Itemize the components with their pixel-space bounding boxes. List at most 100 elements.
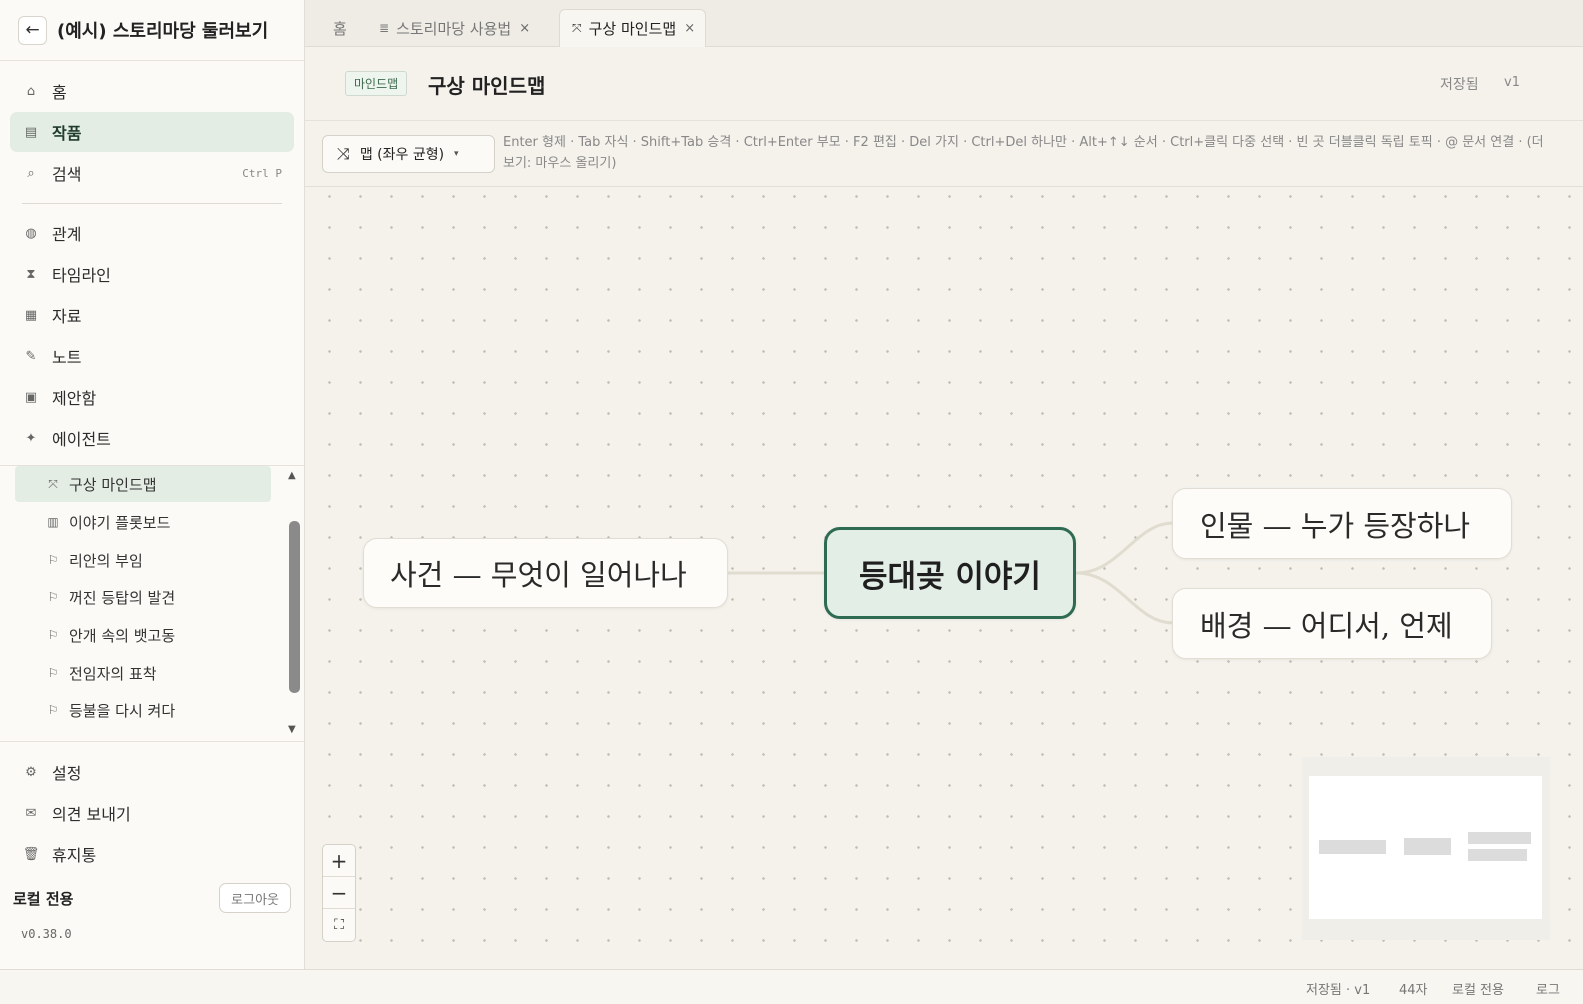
mindmap-icon: ⤧ — [48, 476, 58, 491]
primary-nav: ⌂ 홈 ▤ 작품 ⌕ 검색 Ctrl P ◍ 관계 ⧗ 타임라인 ▦ 자료 ✎ … — [0, 61, 304, 458]
nav-item-label: 작품 — [52, 124, 82, 143]
zoom-controls: + − ⛶ — [322, 844, 356, 942]
works-icon: ▤ — [24, 124, 38, 140]
chevron-down-icon: ▾ — [454, 149, 459, 159]
link-right-top — [1075, 521, 1174, 575]
nav-item-label: 자료 — [52, 307, 82, 326]
back-button[interactable]: ← — [18, 15, 47, 45]
mindmap-canvas[interactable]: 사건 — 무엇이 일어나나 등대곶 이야기 인물 — 누가 등장하나 배경 — … — [305, 188, 1583, 968]
nav-item-search[interactable]: ⌕ 검색 Ctrl P — [10, 153, 294, 193]
mindmap-icon: ⤧ — [572, 21, 582, 35]
inbox-icon: ▣ — [24, 389, 38, 405]
minimap-node — [1468, 832, 1531, 844]
nav-item-relations[interactable]: ◍ 관계 — [10, 213, 294, 253]
minimap-viewport — [1309, 776, 1542, 919]
account-row: 로컬 전용 로그아웃 — [0, 883, 305, 913]
status-bar: 저장됨 · v1 44자 로컬 전용 로그 — [0, 969, 1583, 1004]
tree-item-plotboard[interactable]: ▥ 이야기 플롯보드 — [15, 504, 271, 540]
minimap-node — [1468, 849, 1527, 861]
logout-button[interactable]: 로그아웃 — [219, 883, 291, 913]
nav-item-home[interactable]: ⌂ 홈 — [10, 71, 294, 111]
close-icon[interactable]: × — [519, 21, 530, 36]
nav-item-label: 에이전트 — [52, 430, 111, 449]
tree-item-label: 안개 속의 뱃고동 — [69, 626, 176, 645]
tree-item-scene[interactable]: ⚐ 등불을 다시 켜다 — [15, 692, 271, 728]
local-only-label: 로컬 전용 — [13, 889, 74, 908]
node-label: 사건 — 무엇이 일어나나 — [390, 558, 687, 592]
flag-icon: ⚐ — [47, 666, 59, 680]
status-log-link[interactable]: 로그 — [1536, 979, 1560, 998]
timeline-icon: ⧗ — [26, 266, 36, 282]
nav-item-works[interactable]: ▤ 작품 — [10, 112, 294, 152]
trash-icon: 🗑 — [22, 846, 40, 862]
node-label: 배경 — 어디서, 언제 — [1200, 608, 1453, 643]
mindmap-node-characters[interactable]: 인물 — 누가 등장하나 — [1172, 488, 1512, 559]
nav-item-materials[interactable]: ▦ 자료 — [10, 295, 294, 335]
tree-item-label: 리안의 부임 — [69, 551, 143, 570]
agent-icon: ✦ — [25, 430, 37, 446]
nav-item-timeline[interactable]: ⧗ 타임라인 — [10, 254, 294, 294]
nav-item-inbox[interactable]: ▣ 제안함 — [10, 377, 294, 417]
mindmap-node-event[interactable]: 사건 — 무엇이 일어나나 — [363, 538, 728, 608]
version-tag[interactable]: v1 — [1504, 75, 1520, 90]
mindmap-toolbar: ⤨ 맵 (좌우 균형) ▾ Enter 형제 · Tab 자식 · Shift+… — [305, 122, 1583, 187]
bottom-nav: ⚙ 설정 ✉ 의견 보내기 🗑 휴지통 — [0, 752, 305, 875]
tree-item-scene[interactable]: ⚐ 안개 속의 뱃고동 — [15, 617, 271, 653]
tree-item-scene[interactable]: ⚐ 꺼진 등탑의 발견 — [15, 579, 271, 615]
layout-select[interactable]: ⤨ 맵 (좌우 균형) ▾ — [322, 135, 495, 173]
arrow-left-icon: ← — [25, 20, 40, 40]
tab-guide[interactable]: ≣ 스토리마당 사용법 × — [379, 9, 530, 47]
layout-select-label: 맵 (좌우 균형) — [359, 147, 445, 163]
tree-item-label: 꺼진 등탑의 발견 — [69, 588, 176, 607]
tree-item-scene[interactable]: ⚐ 전임자의 표착 — [15, 655, 271, 691]
zoom-in-button[interactable]: + — [323, 845, 355, 877]
tab-mindmap[interactable]: ⤧ 구상 마인드맵 × — [559, 9, 707, 47]
mindmap-node-setting[interactable]: 배경 — 어디서, 언제 — [1172, 588, 1492, 659]
layout-balanced-icon: ⤨ — [337, 144, 350, 163]
tree-item-label: 전임자의 표착 — [69, 664, 157, 683]
nav-item-label: 관계 — [52, 225, 82, 244]
minimap[interactable] — [1302, 757, 1550, 940]
tab-label: 구상 마인드맵 — [588, 20, 677, 38]
mindmap-root-node[interactable]: 등대곶 이야기 — [824, 527, 1076, 619]
search-shortcut: Ctrl P — [242, 166, 282, 180]
tree-item-label: 구상 마인드맵 — [69, 475, 157, 494]
fit-view-icon[interactable]: ⛶ — [323, 909, 355, 941]
tree-item-label: 등불을 다시 켜다 — [69, 701, 176, 720]
project-header: ← (예시) 스토리마당 둘러보기 — [0, 0, 304, 61]
scroll-up-arrow-icon[interactable]: ▲ — [288, 470, 296, 481]
node-label: 인물 — 누가 등장하나 — [1200, 508, 1471, 543]
nav-item-label: 노트 — [52, 348, 82, 367]
flag-icon: ⚐ — [47, 628, 59, 642]
link-right-bottom — [1075, 571, 1174, 625]
app-version: v0.38.0 — [21, 927, 72, 941]
tab-home[interactable]: 홈 — [333, 9, 347, 47]
save-status: 저장됨 — [1440, 77, 1479, 93]
nav-item-label: 타임라인 — [52, 266, 111, 285]
nav-item-agent[interactable]: ✦ 에이전트 — [10, 418, 294, 458]
nav-item-notes[interactable]: ✎ 노트 — [10, 336, 294, 376]
nav-item-settings[interactable]: ⚙ 설정 — [10, 752, 295, 792]
tab-label: 스토리마당 사용법 — [396, 19, 512, 38]
tab-label: 홈 — [333, 19, 347, 38]
minimap-node — [1319, 840, 1386, 854]
tree-item-label: 이야기 플롯보드 — [69, 513, 171, 532]
status-saved: 저장됨 · v1 — [1306, 983, 1371, 998]
nav-item-label: 홈 — [52, 83, 67, 102]
nav-item-label: 제안함 — [52, 389, 97, 408]
zoom-out-button[interactable]: − — [323, 877, 355, 909]
nav-item-trash[interactable]: 🗑 휴지통 — [10, 834, 295, 874]
scroll-down-arrow-icon[interactable]: ▼ — [288, 724, 296, 735]
mail-icon: ✉ — [25, 805, 37, 821]
close-icon[interactable]: × — [684, 21, 695, 36]
tree-item-mindmap[interactable]: ⤧ 구상 마인드맵 — [15, 466, 271, 502]
nav-item-feedback[interactable]: ✉ 의견 보내기 — [10, 793, 295, 833]
document-title[interactable]: 구상 마인드맵 — [428, 70, 545, 99]
plotboard-icon: ▥ — [47, 515, 59, 529]
tree-scrollbar[interactable] — [289, 521, 300, 693]
nav-item-label: 설정 — [52, 764, 82, 783]
flag-icon: ⚐ — [47, 590, 59, 604]
doc-type-badge: 마인드맵 — [345, 71, 408, 96]
nav-item-label: 휴지통 — [52, 846, 97, 865]
tree-item-scene[interactable]: ⚐ 리안의 부임 — [15, 542, 271, 578]
